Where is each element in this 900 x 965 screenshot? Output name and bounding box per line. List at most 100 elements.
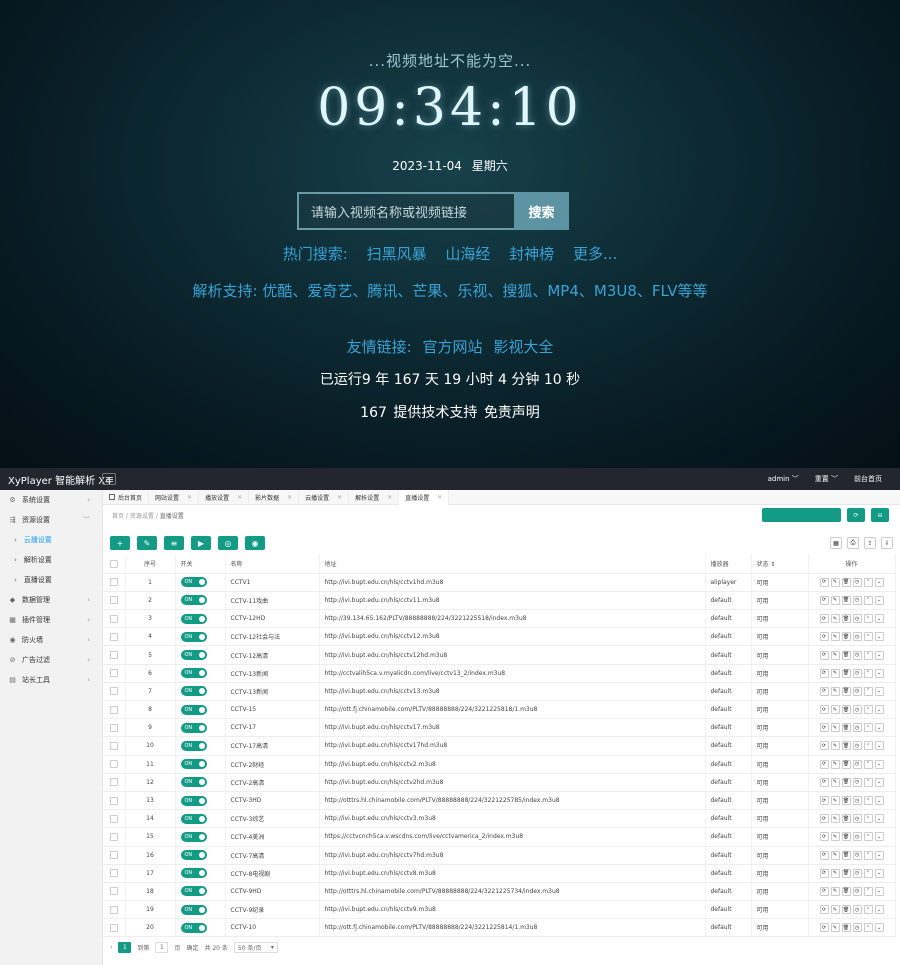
enable-toggle[interactable]: ON (180, 922, 207, 933)
table-row[interactable]: 16 ON CCTV-7高清 http://ivi.bupt.edu.cn/hls/c… (103, 846, 896, 865)
move-up-icon[interactable]: ⌃ (863, 923, 873, 933)
table-row[interactable]: 19 ON CCTV-9纪录 http://ivi.bupt.edu.cn/hls/c… (103, 900, 896, 920)
clock-icon[interactable]: ◷ (852, 832, 862, 842)
move-down-icon[interactable]: ⌄ (874, 650, 884, 660)
enable-toggle[interactable]: ON (180, 868, 207, 879)
delete-icon[interactable]: 🗑 (841, 868, 851, 878)
move-up-icon[interactable]: ⌃ (863, 759, 873, 769)
compass-icon[interactable]: ◉ (245, 536, 265, 550)
edit-icon[interactable]: ✎ (830, 886, 840, 896)
clock-icon[interactable]: ◷ (852, 814, 862, 824)
table-row[interactable]: 2 ON CCTV-11戏曲 http://ivi.bupt.edu.cn/hls/c… (103, 591, 896, 611)
delete-icon[interactable]: 🗑 (841, 814, 851, 824)
row-checkbox[interactable] (103, 882, 126, 902)
move-up-icon[interactable]: ⌃ (863, 886, 873, 896)
move-up-icon[interactable]: ⌃ (863, 705, 873, 715)
refresh-icon[interactable]: ⟳ (819, 723, 829, 733)
move-down-icon[interactable]: ⌄ (874, 868, 884, 878)
row-checkbox[interactable] (103, 682, 126, 702)
enable-toggle[interactable]: ON (180, 704, 207, 715)
row-checkbox[interactable] (103, 700, 126, 720)
row-checkbox[interactable] (103, 827, 126, 847)
edit-icon[interactable]: ✎ (830, 650, 840, 660)
sidebar-item[interactable]: ▦ 插件管理 ‹ (0, 610, 102, 630)
delete-icon[interactable]: 🗑 (841, 905, 851, 915)
enable-toggle[interactable]: ON (180, 650, 207, 661)
enable-toggle[interactable]: ON (180, 886, 207, 897)
move-down-icon[interactable]: ⌄ (874, 814, 884, 824)
enable-toggle[interactable]: ON (180, 613, 207, 624)
edit-icon[interactable]: ✎ (830, 614, 840, 624)
delete-icon[interactable]: 🗑 (841, 850, 851, 860)
sidebar-item[interactable]: ◉ 防火墙 ‹ (0, 630, 102, 650)
delete-icon[interactable]: 🗑 (841, 650, 851, 660)
clock-icon[interactable]: ◷ (852, 595, 862, 605)
prev-page-button[interactable]: ‹ (110, 944, 112, 951)
sidebar-item[interactable]: ◆ 数据管理 ‹ (0, 590, 102, 610)
hot-link[interactable]: 扫黑风暴 (367, 245, 427, 263)
hot-link[interactable]: 山海经 (445, 245, 490, 263)
clock-icon[interactable]: ◷ (852, 777, 862, 787)
refresh-icon[interactable]: ⟳ (819, 886, 829, 896)
row-checkbox[interactable] (103, 900, 126, 920)
move-down-icon[interactable]: ⌄ (874, 741, 884, 751)
sidebar-item[interactable]: › 云播设置 (0, 530, 102, 550)
delete-icon[interactable]: 🗑 (841, 595, 851, 605)
enable-toggle[interactable]: ON (180, 740, 207, 751)
export-icon[interactable]: ⇪ (864, 537, 876, 549)
tab[interactable]: 解析设置 ✕ (349, 489, 400, 505)
move-down-icon[interactable]: ⌄ (874, 705, 884, 715)
move-down-icon[interactable]: ⌄ (874, 905, 884, 915)
edit-icon[interactable]: ✎ (830, 923, 840, 933)
reset-menu[interactable]: 重置 ﹀ (815, 474, 838, 484)
refresh-icon[interactable]: ⟳ (847, 508, 865, 522)
target-icon[interactable]: ◎ (218, 536, 238, 550)
enable-toggle[interactable]: ON (180, 668, 207, 679)
edit-icon[interactable]: ✎ (830, 686, 840, 696)
enable-toggle[interactable]: ON (180, 777, 207, 788)
enable-toggle[interactable]: ON (180, 722, 207, 733)
refresh-icon[interactable]: ⟳ (819, 814, 829, 824)
refresh-icon[interactable]: ⟳ (819, 577, 829, 587)
enable-toggle[interactable]: ON (180, 686, 207, 697)
move-up-icon[interactable]: ⌃ (863, 868, 873, 878)
download-icon[interactable]: ⇩ (881, 537, 893, 549)
enable-toggle[interactable]: ON (180, 631, 207, 642)
refresh-icon[interactable]: ⟳ (819, 832, 829, 842)
enable-toggle[interactable]: ON (180, 831, 207, 842)
row-checkbox[interactable] (103, 645, 126, 665)
hot-link[interactable]: 封神榜 (509, 245, 554, 263)
refresh-icon[interactable]: ⟳ (819, 632, 829, 642)
edit-icon[interactable]: ✎ (830, 905, 840, 915)
move-down-icon[interactable]: ⌄ (874, 686, 884, 696)
move-up-icon[interactable]: ⌃ (863, 668, 873, 678)
move-up-icon[interactable]: ⌃ (863, 814, 873, 824)
current-page[interactable]: 1 (118, 942, 132, 953)
goto-confirm-button[interactable]: 确定 (186, 943, 198, 952)
table-row[interactable]: 6 ON CCTV-13新闻 http://cctvalih5ca.v.myalicd… (103, 664, 896, 683)
sidebar-item[interactable]: ⚙ 系统设置 ‹ (0, 490, 102, 510)
move-up-icon[interactable]: ⌃ (863, 595, 873, 605)
table-row[interactable]: 8 ON CCTV-15 http://ott.fj.chinamobile.com/… (103, 700, 896, 720)
front-page-link[interactable]: 前台首页 (854, 474, 882, 484)
clock-icon[interactable]: ◷ (852, 577, 862, 587)
clock-icon[interactable]: ◷ (852, 850, 862, 860)
move-down-icon[interactable]: ⌄ (874, 832, 884, 842)
clock-icon[interactable]: ◷ (852, 723, 862, 733)
table-row[interactable]: 17 ON CCTV-8电视剧 http://ivi.bupt.edu.cn/hls/… (103, 864, 896, 883)
delete-icon[interactable]: 🗑 (841, 886, 851, 896)
sidebar-item[interactable]: › 解析设置 (0, 550, 102, 570)
move-down-icon[interactable]: ⌄ (874, 796, 884, 806)
move-up-icon[interactable]: ⌃ (863, 741, 873, 751)
row-checkbox[interactable] (103, 755, 126, 774)
edit-icon[interactable]: ✎ (830, 741, 840, 751)
primary-action-button[interactable] (762, 508, 841, 522)
col-status[interactable]: 状态 ⇕ (751, 555, 809, 574)
table-row[interactable]: 12 ON CCTV-2高清 http://ivi.bupt.edu.cn/hls/c… (103, 773, 896, 792)
sidebar-item[interactable]: ▤ 站长工具 ‹ (0, 670, 102, 690)
row-checkbox[interactable] (103, 918, 126, 938)
move-down-icon[interactable]: ⌄ (874, 577, 884, 587)
edit-icon[interactable]: ✎ (830, 723, 840, 733)
delete-icon[interactable]: 🗑 (841, 741, 851, 751)
close-icon[interactable]: ✕ (287, 494, 292, 501)
